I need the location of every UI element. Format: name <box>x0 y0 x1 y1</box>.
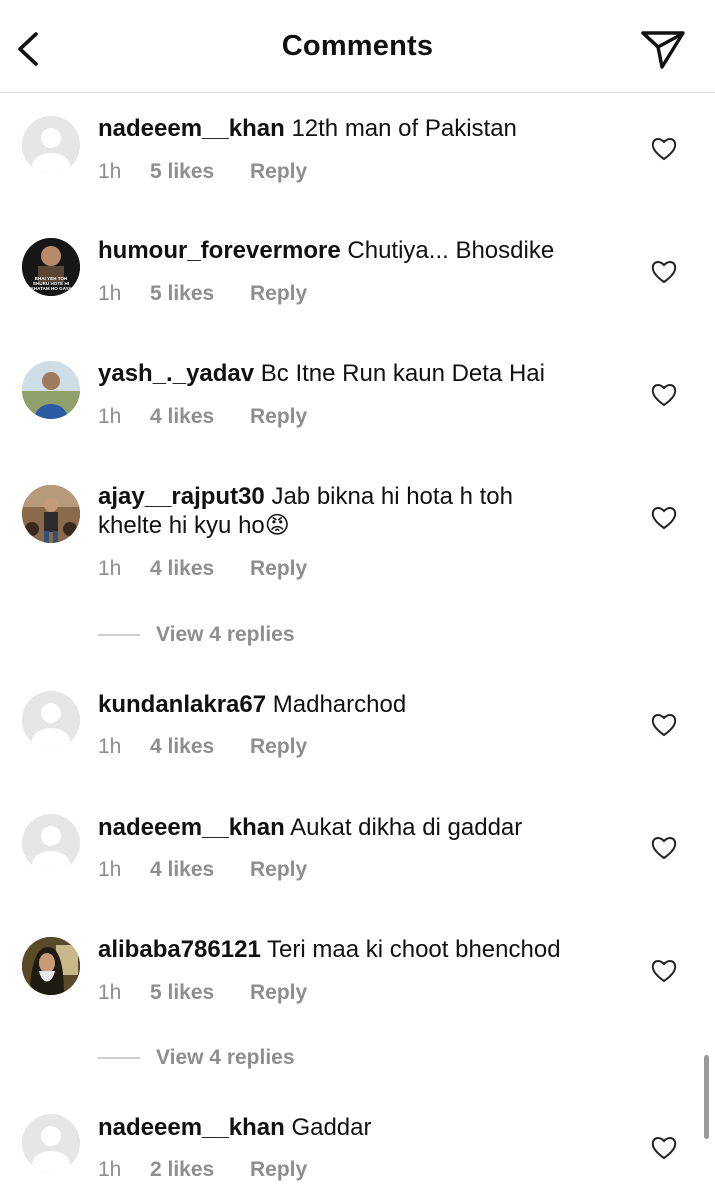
comment-text: Jab bikna hi hota h toh <box>271 483 513 510</box>
heart-icon[interactable] <box>650 505 678 531</box>
comment-text-block: humour_forevermore Chutiya... Bhosdike <box>98 236 618 265</box>
comment-text-block: kundanlakra67 Madharchod <box>98 690 618 719</box>
comment-text: Aukat dikha di gaddar <box>290 814 523 841</box>
heart-icon[interactable] <box>650 382 678 408</box>
reply-button[interactable]: Reply <box>250 557 307 581</box>
comment-likes[interactable]: 5 likes <box>150 160 250 184</box>
comment-username[interactable]: nadeeem__khan <box>98 115 285 142</box>
comment-username[interactable]: kundanlakra67 <box>98 691 266 718</box>
avatar[interactable] <box>22 116 80 174</box>
avatar[interactable] <box>22 937 80 995</box>
comment-time: 1h <box>98 1158 122 1181</box>
share-button[interactable] <box>638 27 688 71</box>
comment-text: Gaddar <box>291 1114 372 1141</box>
avatar[interactable] <box>22 361 80 419</box>
comment-text-block: nadeeem__khan Aukat dikha di gaddar <box>98 813 618 842</box>
heart-icon[interactable] <box>650 259 678 285</box>
avatar[interactable] <box>22 1114 80 1172</box>
view-replies-button[interactable]: View 4 replies <box>98 623 295 647</box>
comment-text: Madharchod <box>272 691 407 718</box>
paper-plane-icon <box>641 31 685 69</box>
svg-text:KHATAM HO GAYA: KHATAM HO GAYA <box>30 286 72 291</box>
reply-button[interactable]: Reply <box>250 858 307 882</box>
heart-icon[interactable] <box>650 958 678 984</box>
comment-meta: 1h 5 likes Reply <box>98 282 307 306</box>
comment-username[interactable]: humour_forevermore <box>98 237 341 264</box>
comment-text-block: yash_._yadav Bc Itne Run kaun Deta Hai <box>98 359 618 388</box>
comment-likes[interactable]: 4 likes <box>150 735 250 759</box>
comment-username[interactable]: ajay__rajput30 <box>98 483 265 510</box>
avatar[interactable]: BHAI YEH TOH SHURU HOTE HI KHATAM HO GAY… <box>22 238 80 296</box>
comment-text-block: ajay__rajput30 Jab bikna hi hota h toh k… <box>98 482 618 540</box>
comment-meta: 1h 4 likes Reply <box>98 405 307 429</box>
comment-text: Chutiya... Bhosdike <box>347 237 555 264</box>
comment-likes[interactable]: 2 likes <box>150 1158 250 1182</box>
comment-text: Teri maa ki choot bhenchod <box>267 936 561 963</box>
comment-meta: 1h 5 likes Reply <box>98 981 307 1005</box>
comment-time: 1h <box>98 405 122 428</box>
comment-time: 1h <box>98 858 122 881</box>
comment-username[interactable]: yash_._yadav <box>98 360 254 387</box>
comment-meta: 1h 4 likes Reply <box>98 557 307 581</box>
comment-username[interactable]: nadeeem__khan <box>98 1114 285 1141</box>
comment-text-block: nadeeem__khan 12th man of Pakistan <box>98 114 618 143</box>
comment-text-block: nadeeem__khan Gaddar <box>98 1113 618 1142</box>
divider-line <box>98 634 140 636</box>
view-replies-label: View 4 replies <box>156 623 295 646</box>
comment-text: khelte hi kyu ho <box>98 512 265 539</box>
reply-button[interactable]: Reply <box>250 981 307 1005</box>
reply-button[interactable]: Reply <box>250 1158 307 1182</box>
avatar[interactable] <box>22 691 80 749</box>
divider-line <box>98 1057 140 1059</box>
heart-icon[interactable] <box>650 136 678 162</box>
avatar[interactable] <box>22 485 80 543</box>
comment-meta: 1h 4 likes Reply <box>98 858 307 882</box>
reply-button[interactable]: Reply <box>250 405 307 429</box>
comment-likes[interactable]: 4 likes <box>150 858 250 882</box>
comment-time: 1h <box>98 160 122 183</box>
comment-meta: 1h 4 likes Reply <box>98 735 307 759</box>
comment-text-block: alibaba786121 Teri maa ki choot bhenchod <box>98 935 618 964</box>
reply-button[interactable]: Reply <box>250 160 307 184</box>
comment-likes[interactable]: 4 likes <box>150 405 250 429</box>
comment-time: 1h <box>98 981 122 1004</box>
comment-username[interactable]: nadeeem__khan <box>98 814 285 841</box>
angry-face-emoji: 😡 <box>264 512 290 539</box>
comment-time: 1h <box>98 282 122 305</box>
comment-likes[interactable]: 5 likes <box>150 282 250 306</box>
page-title: Comments <box>281 30 434 62</box>
heart-icon[interactable] <box>650 835 678 861</box>
header: Comments <box>0 0 715 93</box>
comment-meta: 1h 5 likes Reply <box>98 160 307 184</box>
comment-meta: 1h 2 likes Reply <box>98 1158 307 1182</box>
heart-icon[interactable] <box>650 712 678 738</box>
reply-button[interactable]: Reply <box>250 282 307 306</box>
reply-button[interactable]: Reply <box>250 735 307 759</box>
comment-time: 1h <box>98 557 122 580</box>
heart-icon[interactable] <box>650 1135 678 1161</box>
scrollbar[interactable] <box>704 1055 709 1139</box>
comment-likes[interactable]: 4 likes <box>150 557 250 581</box>
view-replies-label: View 4 replies <box>156 1046 295 1069</box>
comment-time: 1h <box>98 735 122 758</box>
comment-likes[interactable]: 5 likes <box>150 981 250 1005</box>
comment-username[interactable]: alibaba786121 <box>98 936 261 963</box>
comment-text: Bc Itne Run kaun Deta Hai <box>260 360 545 387</box>
view-replies-button[interactable]: View 4 replies <box>98 1046 295 1070</box>
avatar[interactable] <box>22 814 80 872</box>
comment-text: 12th man of Pakistan <box>291 115 517 142</box>
